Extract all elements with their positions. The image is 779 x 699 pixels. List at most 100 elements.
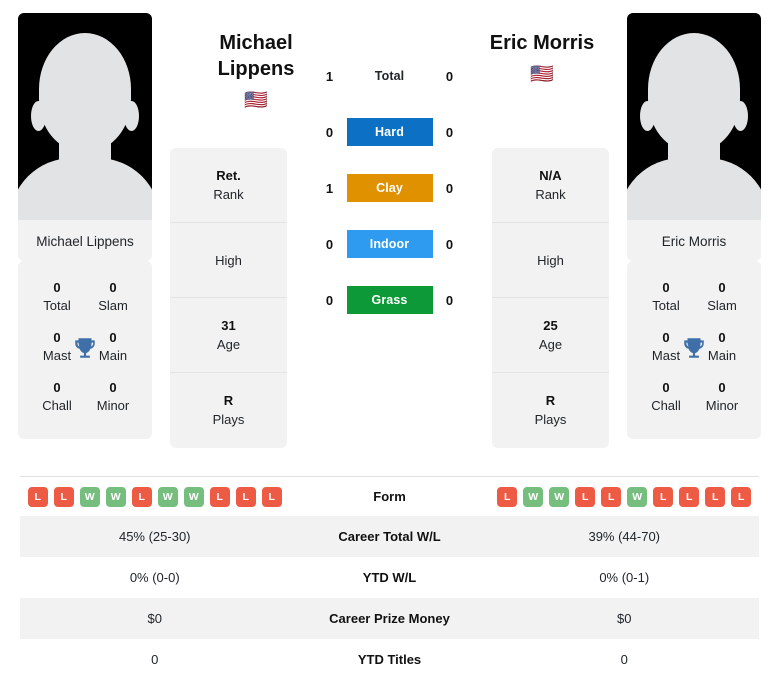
info-value: 25 [543, 317, 558, 333]
form-badge-w[interactable]: W [157, 486, 178, 507]
form-badge-l[interactable]: L [705, 486, 726, 507]
comparison-top-section: Michael Lippens 0 Total 0 Slam 0 Mast 0 … [0, 0, 779, 476]
form-badge-w[interactable]: W [627, 486, 648, 507]
right-surface-score: 0 [445, 180, 454, 196]
form-badge-l[interactable]: L [235, 486, 256, 507]
form-badge-w[interactable]: W [549, 486, 570, 507]
avatar-body-icon [18, 158, 152, 220]
comparison-stats-table: LLWWLWWLLL Form LWWLLWLLLL 45% (25-30) C… [20, 476, 759, 680]
avatar-body-icon [627, 158, 761, 220]
left-player-avatar [18, 13, 152, 220]
player-comparison-page: Michael Lippens 0 Total 0 Slam 0 Mast 0 … [0, 0, 779, 699]
left-surface-score: 0 [325, 236, 334, 252]
left-career-prize-money: $0 [147, 611, 162, 626]
right-surface-score: 0 [445, 236, 454, 252]
title-stat-value: 0 [662, 280, 670, 295]
form-badge-l[interactable]: L [53, 486, 74, 507]
table-row-ytd-titles: 0 YTD Titles 0 [20, 639, 759, 680]
left-surface-score: 1 [325, 180, 334, 196]
surface-label-total: Total [374, 69, 405, 83]
right-player-avatar [627, 13, 761, 220]
title-stat-minor: 0 Minor [88, 379, 138, 415]
left-form-cell: LLWWLWWLLL [20, 486, 290, 507]
title-stat-total: 0 Total [32, 279, 82, 315]
title-stat-value: 0 [718, 380, 726, 395]
left-player-column: Michael Lippens 0 Total 0 Slam 0 Mast 0 … [0, 0, 170, 476]
title-stat-label: Minor [96, 398, 130, 413]
right-info-age: 25 Age [492, 298, 609, 373]
title-stat-label: Total [43, 298, 71, 313]
form-badge-l[interactable]: L [653, 486, 674, 507]
info-caption: High [215, 252, 242, 268]
title-stat-label: Slam [98, 298, 128, 313]
titles-row: 0 Total 0 Slam [24, 273, 146, 323]
surface-row-indoor: 0 Indoor 0 [287, 230, 492, 258]
left-ytd-wl: 0% (0-0) [129, 570, 180, 585]
info-caption: Plays [212, 412, 245, 427]
title-stat-slam: 0 Slam [88, 279, 138, 315]
title-stat-slam: 0 Slam [697, 279, 747, 315]
info-caption: High [537, 252, 564, 268]
form-badge-l[interactable]: L [731, 486, 752, 507]
left-player-header: Michael Lippens 🇺🇸 [186, 30, 326, 112]
title-stat-value: 0 [53, 280, 61, 295]
right-player-titles-card: 0 Total 0 Slam 0 Mast 0 Main 0 Chall 0 M… [627, 261, 761, 439]
table-row-career-prize-money: $0 Career Prize Money $0 [20, 598, 759, 639]
form-badge-l[interactable]: L [131, 486, 152, 507]
form-badge-l[interactable]: L [575, 486, 596, 507]
left-player-photo-name: Michael Lippens [18, 220, 152, 261]
info-value: R [545, 393, 556, 408]
form-badge-l[interactable]: L [497, 486, 518, 507]
surface-label-indoor: Indoor [346, 230, 433, 258]
info-caption: Rank [213, 186, 244, 202]
form-badge-l[interactable]: L [679, 486, 700, 507]
form-badge-l[interactable]: L [261, 486, 282, 507]
avatar-ear-left-icon [31, 101, 46, 131]
right-player-photo-name: Eric Morris [627, 220, 761, 261]
title-stat-value: 0 [718, 280, 726, 295]
left-player-photo-card[interactable]: Michael Lippens [18, 13, 152, 261]
info-caption: Rank [535, 186, 566, 202]
surface-label-clay: Clay [346, 174, 433, 202]
form-badge-w[interactable]: W [105, 486, 126, 507]
title-stat-label: Total [652, 298, 680, 313]
right-info-high: High [492, 223, 609, 298]
info-value: N/A [539, 167, 562, 183]
title-stat-value: 0 [109, 280, 117, 295]
left-player-flag-icon: 🇺🇸 [244, 90, 268, 111]
left-surface-score: 0 [325, 124, 334, 140]
left-info-age: 31 Age [170, 298, 287, 373]
title-stat-chall: 0 Chall [32, 379, 82, 415]
info-caption: Plays [534, 412, 567, 427]
left-info-high: High [170, 223, 287, 298]
title-stat-label: Minor [705, 398, 739, 413]
avatar-ear-right-icon [124, 101, 139, 131]
surface-row-hard: 0 Hard 0 [287, 118, 492, 146]
row-label-career-total-wl: Career Total W/L [338, 529, 441, 544]
form-badge-l[interactable]: L [601, 486, 622, 507]
title-stat-total: 0 Total [641, 279, 691, 315]
title-stat-value: 0 [109, 380, 117, 395]
info-value: 31 [221, 317, 236, 333]
row-label-career-prize-money: Career Prize Money [329, 611, 450, 626]
left-surface-score: 0 [325, 292, 334, 308]
left-player-titles-card: 0 Total 0 Slam 0 Mast 0 Main 0 Chall 0 M… [18, 261, 152, 439]
form-badge-w[interactable]: W [79, 486, 100, 507]
row-label-form: Form [373, 489, 406, 504]
title-stat-label: Chall [42, 398, 72, 413]
info-caption: Age [216, 336, 241, 352]
form-badge-w[interactable]: W [183, 486, 204, 507]
right-player-header: Eric Morris 🇺🇸 [472, 30, 612, 86]
right-player-flag-icon: 🇺🇸 [530, 64, 554, 85]
right-info-plays: R Plays [492, 373, 609, 448]
title-stat-minor: 0 Minor [697, 379, 747, 415]
form-badge-l[interactable]: L [209, 486, 230, 507]
right-player-column: Eric Morris 0 Total 0 Slam 0 Mast 0 Main… [609, 0, 779, 476]
form-badge-w[interactable]: W [523, 486, 544, 507]
left-form-badges: LLWWLWWLLL [20, 486, 290, 507]
form-badge-l[interactable]: L [27, 486, 48, 507]
right-info-rank: N/A Rank [492, 148, 609, 223]
right-player-photo-card[interactable]: Eric Morris [627, 13, 761, 261]
left-info-plays: R Plays [170, 373, 287, 448]
left-player-name-line2: Lippens [217, 58, 295, 80]
